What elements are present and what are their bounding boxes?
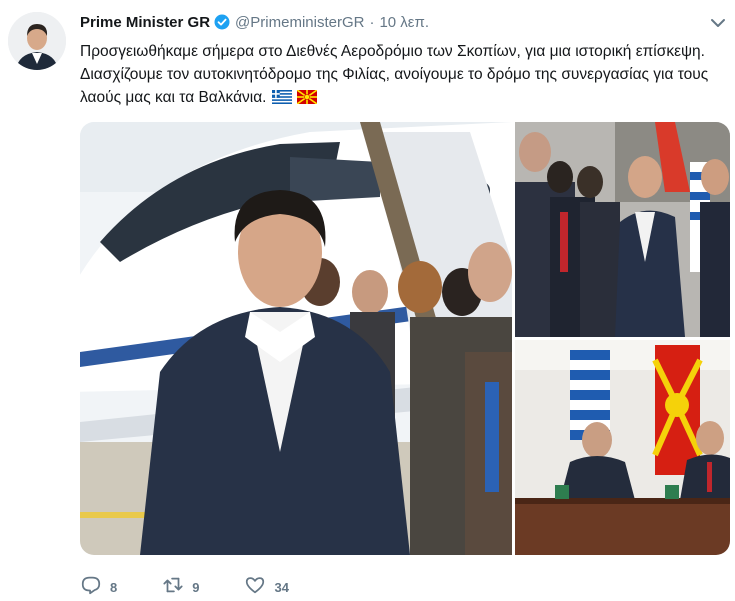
author-handle[interactable]: @PrimeministerGR xyxy=(235,14,364,31)
retweet-button[interactable]: 9 xyxy=(162,574,199,601)
photo-meeting-table[interactable] xyxy=(515,340,730,555)
retweet-icon xyxy=(162,574,184,601)
heart-icon xyxy=(244,574,266,601)
reply-count: 8 xyxy=(110,580,118,595)
tweet-header: Prime Minister GR @PrimeministerGR · 10 … xyxy=(80,12,429,32)
photo-handshake[interactable] xyxy=(515,122,730,337)
north-macedonia-flag-icon xyxy=(296,88,317,105)
separator: · xyxy=(369,13,375,31)
like-button[interactable]: 34 xyxy=(244,574,289,601)
tweet-media-grid xyxy=(80,122,730,555)
avatar[interactable] xyxy=(8,12,66,70)
like-count: 34 xyxy=(274,580,289,595)
greece-flag-icon xyxy=(271,88,292,104)
reply-icon xyxy=(80,574,102,601)
reply-button[interactable]: 8 xyxy=(80,574,117,601)
tweet-text-body: Προσγειωθήκαμε σήμερα στο Διεθνές Αεροδρ… xyxy=(80,43,709,106)
retweet-count: 9 xyxy=(192,580,200,595)
tweet-actions: 8 9 34 xyxy=(80,574,334,601)
author-name[interactable]: Prime Minister GR xyxy=(80,14,210,31)
tweet-timestamp[interactable]: 10 λεπ. xyxy=(379,14,429,31)
chevron-down-icon[interactable] xyxy=(708,13,728,33)
verified-badge-icon xyxy=(214,14,230,30)
tweet: Prime Minister GR @PrimeministerGR · 10 … xyxy=(0,0,735,601)
photo-airport-arrival[interactable] xyxy=(80,122,512,555)
tweet-text: Προσγειωθήκαμε σήμερα στο Διεθνές Αεροδρ… xyxy=(80,40,728,109)
